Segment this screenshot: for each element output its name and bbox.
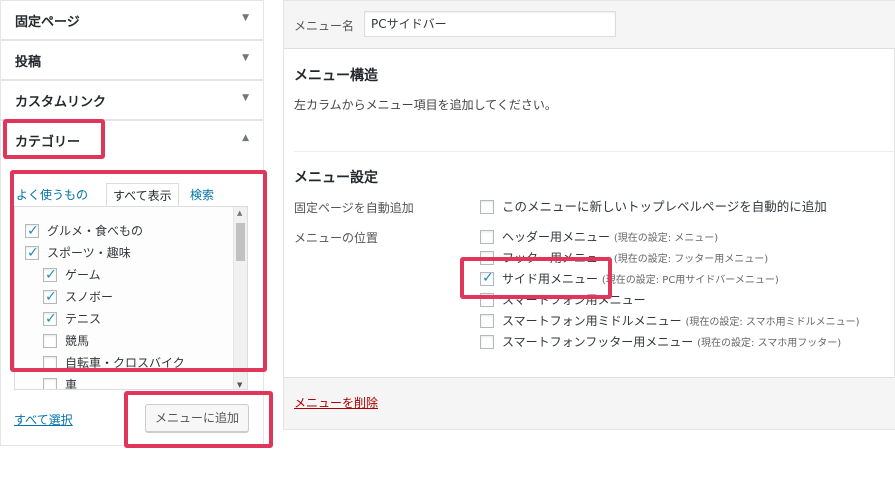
menu-name-bar: メニュー名 PCサイドバー xyxy=(284,1,895,49)
menu-structure-panel: メニュー名 PCサイドバー メニュー構造 左カラムからメニュー項目を追加してくだ… xyxy=(283,0,895,430)
chevron-down-icon: ▼ xyxy=(242,93,249,103)
location-name: スマートフォンフッター用メニュー xyxy=(502,335,694,349)
menu-location-label: メニューの位置 xyxy=(294,231,379,245)
checkbox[interactable] xyxy=(480,335,494,349)
category-label: 車 xyxy=(65,378,78,390)
accordion-custom-links-label: カスタムリンク xyxy=(15,95,107,110)
highlight-box xyxy=(10,170,267,372)
menu-footer-bar: メニューを削除 xyxy=(284,377,895,429)
highlight-box xyxy=(3,119,105,159)
accordion-custom-links[interactable]: カスタムリンク ▼ xyxy=(0,80,264,120)
accordion-posts-label: 投稿 xyxy=(15,55,42,70)
checkbox[interactable] xyxy=(480,314,494,328)
accordion-pages-label: 固定ページ xyxy=(15,15,80,30)
location-note: (現在の設定: メニュー) xyxy=(613,233,719,244)
location-name: スマートフォン用ミドルメニュー xyxy=(502,314,682,328)
location-note: (現在の設定: スマホ用フッター) xyxy=(697,338,842,349)
location-note: (現在の設定: PC用サイドバーメニュー) xyxy=(601,275,779,286)
highlight-box xyxy=(460,257,612,299)
menu-settings-title: メニュー設定 xyxy=(294,170,378,186)
checkbox[interactable] xyxy=(480,230,494,244)
menu-structure-title: メニュー構造 xyxy=(294,68,378,84)
menu-editor-page: 固定ページ ▼ 投稿 ▼ カスタムリンク ▼ カテゴリー ▲ よく使うもの すべ… xyxy=(0,0,895,486)
accordion-pages[interactable]: 固定ページ ▼ xyxy=(0,0,264,40)
menu-name-label: メニュー名 xyxy=(294,19,355,33)
location-note: (現在の設定: フッター用メニュー) xyxy=(613,254,769,265)
menu-name-input[interactable]: PCサイドバー xyxy=(364,11,616,37)
select-all-link[interactable]: すべて選択 xyxy=(14,411,73,428)
menu-structure-description: 左カラムからメニュー項目を追加してください。 xyxy=(294,98,557,112)
accordion-posts[interactable]: 投稿 ▼ xyxy=(0,40,264,80)
location-name: ヘッダー用メニュー xyxy=(502,230,611,244)
chevron-up-icon: ▲ xyxy=(242,133,249,143)
chevron-down-icon: ▼ xyxy=(242,53,249,63)
scroll-down-icon[interactable]: ▼ xyxy=(237,381,242,389)
delete-menu-link[interactable]: メニューを削除 xyxy=(294,394,378,411)
highlight-box xyxy=(124,391,273,448)
divider xyxy=(294,151,894,152)
auto-add-label: 固定ページを自動追加 xyxy=(294,201,414,215)
location-note: (現在の設定: スマホ用ミドルメニュー) xyxy=(685,317,860,328)
chevron-down-icon: ▼ xyxy=(242,13,249,23)
checkbox[interactable] xyxy=(43,378,57,389)
auto-add-option-label: このメニューに新しいトップレベルページを自動的に追加 xyxy=(502,199,827,214)
checkbox[interactable] xyxy=(480,200,494,214)
